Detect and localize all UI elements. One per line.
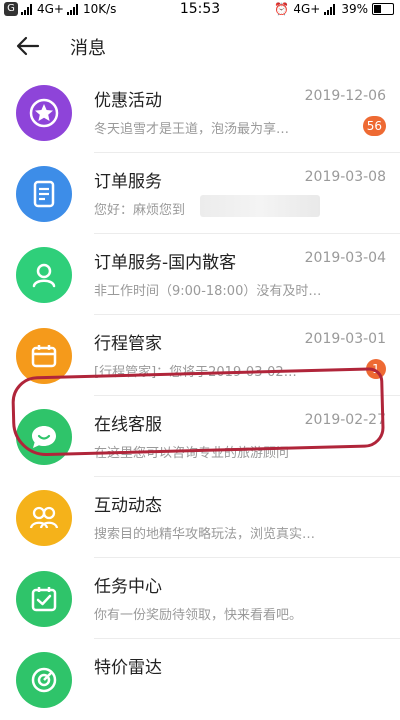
person-icon bbox=[16, 247, 72, 303]
message-item-task-center[interactable]: 任务中心 你有一份奖励待领取，快来看看吧。 bbox=[0, 558, 400, 639]
message-preview: 搜索目的地精华攻略玩法，浏览真实… bbox=[94, 527, 316, 542]
message-item-interactions[interactable]: 互动动态 搜索目的地精华攻略玩法，浏览真实… bbox=[0, 477, 400, 558]
status-right: ⏰ 4G+ 39% bbox=[274, 2, 394, 16]
message-preview: 冬天追雪才是王道，泡汤最为享… bbox=[94, 122, 290, 137]
unread-badge: 56 bbox=[362, 116, 386, 136]
page-title: 消息 bbox=[70, 38, 106, 59]
message-item-promotions[interactable]: 优惠活动 2019-12-06 冬天追雪才是王道，泡汤最为享… 56 bbox=[0, 72, 400, 153]
message-item-order-service[interactable]: 订单服务 2019-03-08 您好：麻烦您到 bbox=[0, 153, 400, 234]
message-item-domestic-order[interactable]: 订单服务-国内散客 2019-03-04 非工作时间（9:00-18:00）没有… bbox=[0, 234, 400, 315]
message-name: 优惠活动 bbox=[94, 91, 162, 111]
message-name: 任务中心 bbox=[94, 577, 162, 597]
message-name: 订单服务 bbox=[94, 172, 162, 192]
message-item-price-radar[interactable]: 特价雷达 bbox=[0, 639, 400, 720]
document-icon bbox=[16, 166, 72, 222]
message-date: 2019-03-04 bbox=[304, 250, 386, 266]
radar-icon bbox=[16, 652, 72, 708]
message-name: 订单服务-国内散客 bbox=[94, 253, 237, 273]
message-name: 互动动态 bbox=[94, 496, 162, 516]
header: 消息 bbox=[0, 22, 400, 72]
signal-icon-3 bbox=[324, 3, 337, 15]
message-preview: 您好：麻烦您到 bbox=[94, 203, 186, 218]
message-name: 特价雷达 bbox=[94, 658, 162, 678]
message-preview: 非工作时间（9:00-18:00）没有及时… bbox=[94, 284, 322, 299]
battery-percent: 39% bbox=[341, 2, 368, 16]
status-bar: G 4G+ 10K/s 15:53 ⏰ 4G+ 39% bbox=[0, 0, 400, 20]
redacted-text bbox=[200, 195, 320, 217]
highlight-annotation bbox=[11, 367, 385, 457]
message-preview: 你有一份奖励待领取，快来看看吧。 bbox=[94, 608, 303, 623]
alarm-icon: ⏰ bbox=[274, 2, 290, 16]
message-date: 2019-03-08 bbox=[304, 169, 386, 185]
checklist-icon bbox=[16, 571, 72, 627]
message-name: 行程管家 bbox=[94, 334, 162, 354]
star-icon bbox=[16, 85, 72, 141]
message-date: 2019-12-06 bbox=[304, 88, 386, 104]
message-date: 2019-03-01 bbox=[304, 331, 386, 347]
battery-icon bbox=[372, 3, 394, 15]
back-arrow-icon[interactable] bbox=[14, 32, 42, 60]
network-type-right: 4G+ bbox=[293, 2, 321, 16]
people-icon bbox=[16, 490, 72, 546]
